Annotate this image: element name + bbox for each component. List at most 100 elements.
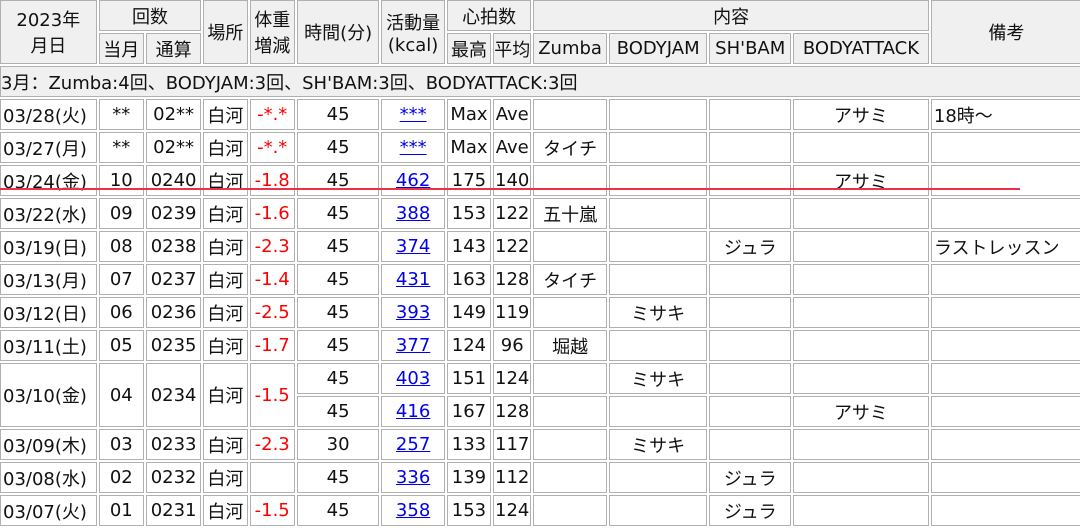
bodyjam-cell <box>608 165 708 196</box>
kcal-cell: 462 <box>381 165 445 196</box>
date-cell: 03/27(月) <box>0 132 97 163</box>
count-total-cell: 0235 <box>145 330 202 361</box>
kcal-link[interactable]: 431 <box>396 269 430 290</box>
kcal-cell: 393 <box>381 297 445 328</box>
table-row: 03/19(日) 08 0238 白河 -2.3 45 374 143 122 … <box>0 231 1080 262</box>
shbam-cell <box>709 330 791 361</box>
weight-cell: -1.4 <box>249 264 295 295</box>
place-cell: 白河 <box>203 231 248 262</box>
zumba-cell <box>533 165 607 196</box>
count-total-cell: 0238 <box>145 231 202 262</box>
heart-avg-cell: 128 <box>493 396 532 427</box>
bodyattack-cell <box>793 297 929 328</box>
heart-max-cell: 153 <box>446 198 492 229</box>
bodyattack-cell: アサミ <box>793 165 929 196</box>
bodyattack-cell: アサミ <box>793 99 929 130</box>
count-total-cell: 02** <box>145 132 202 163</box>
heart-max-cell: 153 <box>446 495 492 526</box>
date-cell: 03/28(火) <box>0 99 97 130</box>
weight-cell: -1.7 <box>249 330 295 361</box>
kcal-link[interactable]: 336 <box>396 467 430 488</box>
table-row: 03/07(火) 01 0231 白河 -1.5 45 358 153 124 … <box>0 495 1080 526</box>
notes-cell <box>930 462 1080 493</box>
time-cell: 45 <box>296 462 380 493</box>
header-place: 場所 <box>203 0 248 64</box>
kcal-link[interactable]: *** <box>400 104 427 125</box>
heart-max-cell: 133 <box>446 429 492 460</box>
heart-avg-cell: 124 <box>493 363 532 394</box>
header-count-total: 通算 <box>145 33 202 64</box>
count-total-cell: 0239 <box>145 198 202 229</box>
notes-cell <box>930 363 1080 394</box>
kcal-link[interactable]: 388 <box>396 203 430 224</box>
zumba-cell: 堀越 <box>533 330 607 361</box>
count-month-cell: 09 <box>98 198 144 229</box>
zumba-cell: タイチ <box>533 132 607 163</box>
count-month-cell: 10 <box>98 165 144 196</box>
heart-max-cell: Max <box>446 132 492 163</box>
table-row: 03/12(日) 06 0236 白河 -2.5 45 393 149 119 … <box>0 297 1080 328</box>
weight-cell: -1.6 <box>249 198 295 229</box>
kcal-cell: 388 <box>381 198 445 229</box>
time-cell: 45 <box>296 99 380 130</box>
kcal-link[interactable]: 358 <box>396 500 430 521</box>
kcal-link[interactable]: 416 <box>396 401 430 422</box>
table-row: 03/22(水) 09 0239 白河 -1.6 45 388 153 122 … <box>0 198 1080 229</box>
bodyjam-cell <box>608 330 708 361</box>
shbam-cell <box>709 198 791 229</box>
heart-avg-cell: 122 <box>493 231 532 262</box>
time-cell: 30 <box>296 429 380 460</box>
count-month-cell: 03 <box>98 429 144 460</box>
date-cell: 03/22(水) <box>0 198 97 229</box>
time-cell: 45 <box>296 198 380 229</box>
count-total-cell: 0236 <box>145 297 202 328</box>
kcal-link[interactable]: 393 <box>396 302 430 323</box>
count-month-cell: 01 <box>98 495 144 526</box>
table-row: 03/09(木) 03 0233 白河 -2.3 30 257 133 117 … <box>0 429 1080 460</box>
zumba-cell <box>533 363 607 394</box>
bodyattack-cell <box>793 198 929 229</box>
kcal-link[interactable]: 377 <box>396 335 430 356</box>
place-cell: 白河 <box>203 363 248 427</box>
kcal-link[interactable]: *** <box>400 137 427 158</box>
heart-avg-cell: 96 <box>493 330 532 361</box>
count-month-cell: ** <box>98 132 144 163</box>
zumba-cell <box>533 495 607 526</box>
zumba-cell <box>533 429 607 460</box>
header-zumba: Zumba <box>533 33 607 64</box>
bodyjam-cell: ミサキ <box>608 297 708 328</box>
table-row: 03/27(月) ** 02** 白河 -*.* 45 *** Max Ave … <box>0 132 1080 163</box>
heart-avg-cell: 122 <box>493 198 532 229</box>
kcal-cell: 336 <box>381 462 445 493</box>
count-total-cell: 0240 <box>145 165 202 196</box>
date-cell: 03/12(日) <box>0 297 97 328</box>
bodyjam-cell <box>608 462 708 493</box>
weight-cell: -*.* <box>249 99 295 130</box>
count-month-cell: 04 <box>98 363 144 427</box>
place-cell: 白河 <box>203 429 248 460</box>
time-cell: 45 <box>296 165 380 196</box>
zumba-cell: タイチ <box>533 264 607 295</box>
bodyattack-cell <box>793 132 929 163</box>
place-cell: 白河 <box>203 495 248 526</box>
heart-avg-cell: Ave <box>493 99 532 130</box>
place-cell: 白河 <box>203 264 248 295</box>
time-cell: 45 <box>296 495 380 526</box>
kcal-link[interactable]: 374 <box>396 236 430 257</box>
kcal-link[interactable]: 403 <box>396 368 430 389</box>
bodyattack-cell <box>793 462 929 493</box>
weight-cell: -*.* <box>249 132 295 163</box>
shbam-cell <box>709 165 791 196</box>
shbam-cell <box>709 363 791 394</box>
header-weight: 体重 増減 <box>249 0 295 64</box>
notes-cell <box>930 429 1080 460</box>
kcal-link[interactable]: 257 <box>396 434 430 455</box>
count-month-cell: 06 <box>98 297 144 328</box>
table-row: 03/08(水) 02 0232 白河 45 336 139 112 ジュラ <box>0 462 1080 493</box>
weight-cell <box>249 462 295 493</box>
header-year-date: 2023年 月日 <box>0 0 97 64</box>
heart-max-cell: 163 <box>446 264 492 295</box>
time-cell: 45 <box>296 264 380 295</box>
time-cell: 45 <box>296 231 380 262</box>
header-count: 回数 <box>98 0 202 31</box>
